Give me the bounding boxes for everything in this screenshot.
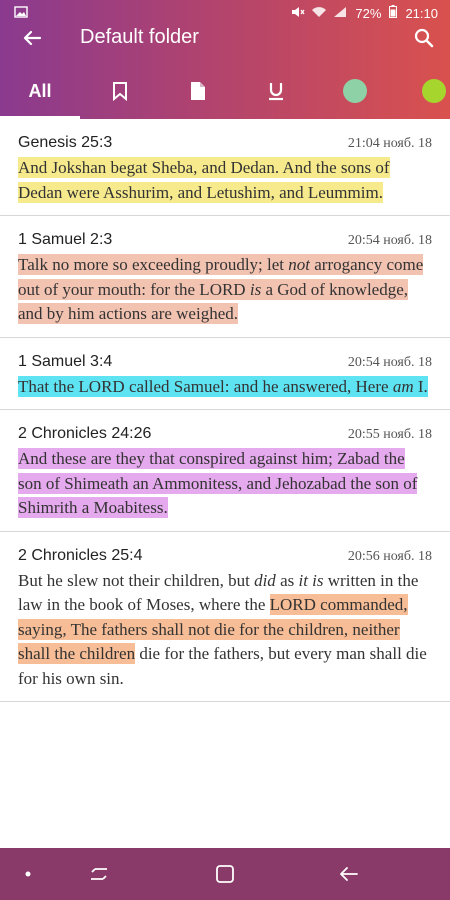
list-item[interactable]: 1 Samuel 3:4 20:54 нояб. 18 That the LORD … (0, 338, 450, 410)
gallery-icon (14, 5, 28, 21)
tab-lime-highlights[interactable] (414, 66, 450, 116)
verse-text: That the LORD called Samuel: and he answ… (18, 375, 432, 400)
home-button[interactable] (210, 862, 240, 886)
status-bar: 72% 21:10 (0, 0, 450, 26)
entry-timestamp: 21:04 нояб. 18 (347, 136, 432, 151)
list-item[interactable]: 2 Chronicles 24:26 20:55 нояб. 18 And thes… (0, 410, 450, 532)
verse-reference: 1 Samuel 3:4 (18, 352, 113, 370)
home-square-icon (216, 865, 234, 883)
tab-all[interactable]: All (0, 66, 80, 119)
entry-header: 2 Chronicles 24:26 20:55 нояб. 18 (18, 425, 432, 443)
entry-timestamp: 20:55 нояб. 18 (347, 427, 432, 442)
wifi-icon (311, 6, 327, 21)
entry-header: 2 Chronicles 25:4 20:56 нояб. 18 (18, 547, 432, 565)
nav-dot-button[interactable] (18, 862, 38, 886)
note-icon (191, 82, 205, 100)
entry-header: 1 Samuel 2:3 20:54 нояб. 18 (18, 231, 432, 249)
dot-icon (25, 871, 31, 877)
highlights-list: Genesis 25:3 21:04 нояб. 18 And Jokshan be… (0, 119, 450, 849)
mute-icon (291, 6, 305, 21)
tab-underlines[interactable] (256, 66, 296, 116)
verse-text: And Jokshan begat Sheba, and Dedan. And … (18, 156, 432, 205)
highlighted-text: am (392, 375, 414, 397)
highlighted-text: I. (413, 375, 428, 397)
back-button[interactable] (18, 26, 46, 50)
entry-header: Genesis 25:3 21:04 нояб. 18 (18, 134, 432, 152)
battery-icon (389, 5, 398, 21)
system-nav-bar (0, 848, 450, 900)
clock: 21:10 (405, 5, 438, 21)
verse-text: And these are they that conspired agains… (18, 447, 432, 521)
toolbar: Default folder (0, 26, 450, 48)
back-arrow-icon (340, 867, 358, 881)
verse-text-segment: But he slew not their children, but (18, 570, 255, 590)
verse-text-segment: it is (298, 570, 324, 590)
green-color-dot (343, 79, 367, 103)
search-icon (414, 28, 434, 48)
back-nav-button[interactable] (334, 862, 364, 886)
tab-notes[interactable] (178, 66, 218, 116)
highlighted-text: That the LORD called Samuel: and he answ… (18, 375, 393, 397)
tab-green-highlights[interactable] (335, 66, 375, 116)
list-item[interactable]: Genesis 25:3 21:04 нояб. 18 And Jokshan be… (0, 119, 450, 216)
highlighted-text: not (288, 254, 310, 275)
recent-apps-button[interactable] (84, 862, 114, 886)
verse-reference: 2 Chronicles 25:4 (18, 546, 143, 564)
highlighted-text: Talk no more so exceeding proudly; let (18, 254, 289, 275)
bookmark-icon (113, 82, 127, 101)
entry-timestamp: 20:54 нояб. 18 (347, 354, 432, 370)
page-title: Default folder (80, 26, 199, 48)
filter-tabs: All (0, 66, 450, 119)
arrow-left-icon (23, 30, 41, 46)
app-header: 72% 21:10 Default folder All (0, 0, 450, 119)
list-item[interactable]: 2 Chronicles 25:4 20:56 нояб. 18 But he sl… (0, 532, 450, 702)
verse-reference: 2 Chronicles 24:26 (18, 425, 152, 442)
highlighted-text: And Jokshan begat Sheba, and Dedan. And … (18, 157, 390, 203)
battery-percent: 72% (355, 5, 382, 21)
search-button[interactable] (412, 26, 436, 50)
verse-text-segment: did (254, 570, 276, 590)
verse-reference: 1 Samuel 2:3 (18, 231, 113, 248)
verse-text: But he slew not their children, but did … (18, 569, 432, 692)
highlighted-text: is (249, 278, 262, 300)
entry-timestamp: 20:54 нояб. 18 (347, 233, 432, 248)
tab-bookmarks[interactable] (100, 66, 140, 116)
underline-icon (269, 83, 283, 101)
recents-icon (91, 868, 107, 880)
entry-header: 1 Samuel 3:4 20:54 нояб. 18 (18, 353, 432, 371)
lime-color-dot (422, 79, 446, 103)
verse-reference: Genesis 25:3 (18, 134, 113, 151)
signal-icon (333, 6, 347, 21)
verse-text-segment: as (275, 570, 299, 590)
list-item[interactable]: 1 Samuel 2:3 20:54 нояб. 18 Talk no more s… (0, 216, 450, 338)
highlighted-text: And these are they that conspired agains… (18, 448, 418, 518)
verse-text: Talk no more so exceeding proudly; let n… (18, 253, 432, 327)
entry-timestamp: 20:56 нояб. 18 (347, 548, 432, 564)
tab-all-label: All (28, 80, 52, 101)
